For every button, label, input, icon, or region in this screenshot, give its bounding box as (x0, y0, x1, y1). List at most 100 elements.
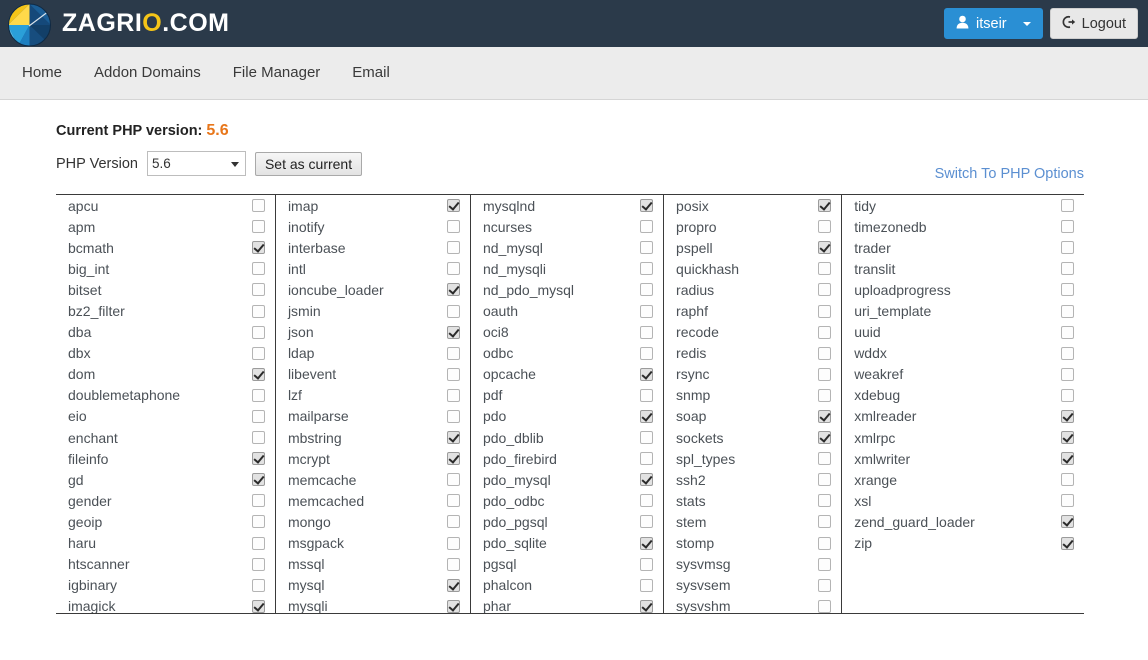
extension-row[interactable]: stats (664, 490, 841, 511)
extension-row[interactable]: gd (56, 469, 275, 490)
extension-checkbox[interactable] (818, 262, 832, 276)
extension-row[interactable]: xmlrpc (842, 427, 1084, 448)
extension-row[interactable]: xmlreader (842, 406, 1084, 427)
extension-checkbox[interactable] (251, 325, 265, 339)
extension-row[interactable]: uuid (842, 322, 1084, 343)
extension-checkbox[interactable] (446, 494, 460, 508)
extension-row[interactable]: sysvmsg (664, 554, 841, 575)
extension-row[interactable]: trader (842, 237, 1084, 258)
extension-row[interactable]: xsl (842, 490, 1084, 511)
extension-row[interactable]: uri_template (842, 300, 1084, 321)
extension-checkbox[interactable] (446, 388, 460, 402)
extension-row[interactable]: enchant (56, 427, 275, 448)
extension-checkbox[interactable] (446, 241, 460, 255)
logout-button[interactable]: Logout (1049, 8, 1138, 39)
extension-row[interactable]: igbinary (56, 575, 275, 596)
extension-row[interactable]: sockets (664, 427, 841, 448)
extension-row[interactable]: xdebug (842, 385, 1084, 406)
extension-row[interactable]: translit (842, 258, 1084, 279)
extension-row[interactable]: nd_mysql (471, 237, 663, 258)
extension-row[interactable]: phar (471, 596, 663, 613)
extension-row[interactable]: mysqlnd (471, 195, 663, 216)
extension-row[interactable]: mbstring (276, 427, 470, 448)
extension-row[interactable]: xrange (842, 469, 1084, 490)
extension-checkbox[interactable] (446, 409, 460, 423)
extension-checkbox[interactable] (640, 325, 654, 339)
extension-checkbox[interactable] (640, 515, 654, 529)
extension-row[interactable]: raphf (664, 300, 841, 321)
extension-checkbox[interactable] (251, 536, 265, 550)
extension-checkbox[interactable] (1061, 220, 1074, 234)
extension-checkbox[interactable] (818, 536, 832, 550)
extension-row[interactable]: memcache (276, 469, 470, 490)
extension-checkbox[interactable] (446, 283, 460, 297)
extension-checkbox[interactable] (640, 557, 654, 571)
extension-row[interactable]: bitset (56, 279, 275, 300)
extension-row[interactable]: pdf (471, 385, 663, 406)
extension-checkbox[interactable] (818, 431, 832, 445)
nav-item-home[interactable]: Home (6, 47, 78, 99)
extension-row[interactable]: nd_mysqli (471, 258, 663, 279)
extension-row[interactable]: pdo_odbc (471, 490, 663, 511)
extension-checkbox[interactable] (1061, 304, 1074, 318)
extension-checkbox[interactable] (446, 557, 460, 571)
extension-row[interactable]: soap (664, 406, 841, 427)
extension-checkbox[interactable] (1061, 367, 1074, 381)
extension-checkbox[interactable] (640, 494, 654, 508)
extension-row[interactable]: gender (56, 490, 275, 511)
extension-checkbox[interactable] (640, 409, 654, 423)
extension-checkbox[interactable] (446, 367, 460, 381)
extension-checkbox[interactable] (251, 262, 265, 276)
extension-checkbox[interactable] (818, 557, 832, 571)
extension-row[interactable]: sysvsem (664, 575, 841, 596)
extension-checkbox[interactable] (818, 220, 832, 234)
extension-row[interactable]: msgpack (276, 533, 470, 554)
extension-row[interactable]: dba (56, 322, 275, 343)
extension-checkbox[interactable] (1061, 515, 1074, 529)
extension-checkbox[interactable] (251, 599, 265, 613)
extension-row[interactable]: mailparse (276, 406, 470, 427)
extension-row[interactable]: pspell (664, 237, 841, 258)
extension-checkbox[interactable] (818, 515, 832, 529)
extension-row[interactable]: jsmin (276, 300, 470, 321)
nav-item-email[interactable]: Email (336, 47, 406, 99)
extension-checkbox[interactable] (1061, 325, 1074, 339)
extension-checkbox[interactable] (446, 220, 460, 234)
extension-row[interactable]: doublemetaphone (56, 385, 275, 406)
extension-checkbox[interactable] (1061, 388, 1074, 402)
extension-checkbox[interactable] (251, 304, 265, 318)
switch-to-php-options-link[interactable]: Switch To PHP Options (935, 166, 1084, 182)
extension-checkbox[interactable] (818, 346, 832, 360)
extension-row[interactable]: geoip (56, 511, 275, 532)
extension-row[interactable]: json (276, 322, 470, 343)
extension-row[interactable]: ioncube_loader (276, 279, 470, 300)
extension-checkbox[interactable] (251, 388, 265, 402)
extension-checkbox[interactable] (818, 599, 832, 613)
nav-item-addon-domains[interactable]: Addon Domains (78, 47, 217, 99)
extension-checkbox[interactable] (251, 409, 265, 423)
extension-checkbox[interactable] (818, 578, 832, 592)
extension-row[interactable]: ncurses (471, 216, 663, 237)
extension-checkbox[interactable] (818, 452, 832, 466)
extension-row[interactable]: redis (664, 343, 841, 364)
extension-row[interactable]: dom (56, 364, 275, 385)
extension-checkbox[interactable] (251, 367, 265, 381)
extension-checkbox[interactable] (640, 199, 654, 213)
extension-checkbox[interactable] (818, 241, 832, 255)
extension-checkbox[interactable] (251, 578, 265, 592)
extension-row[interactable]: sysvshm (664, 596, 841, 613)
extension-checkbox[interactable] (446, 304, 460, 318)
extension-checkbox[interactable] (1061, 199, 1074, 213)
extension-row[interactable]: inotify (276, 216, 470, 237)
extension-checkbox[interactable] (446, 515, 460, 529)
extension-checkbox[interactable] (640, 262, 654, 276)
extension-row[interactable]: xmlwriter (842, 448, 1084, 469)
extension-checkbox[interactable] (251, 241, 265, 255)
extension-checkbox[interactable] (640, 241, 654, 255)
extension-row[interactable]: bcmath (56, 237, 275, 258)
extension-checkbox[interactable] (1061, 283, 1074, 297)
extension-row[interactable]: apm (56, 216, 275, 237)
extension-checkbox[interactable] (1061, 346, 1074, 360)
extension-checkbox[interactable] (640, 473, 654, 487)
extension-checkbox[interactable] (446, 473, 460, 487)
